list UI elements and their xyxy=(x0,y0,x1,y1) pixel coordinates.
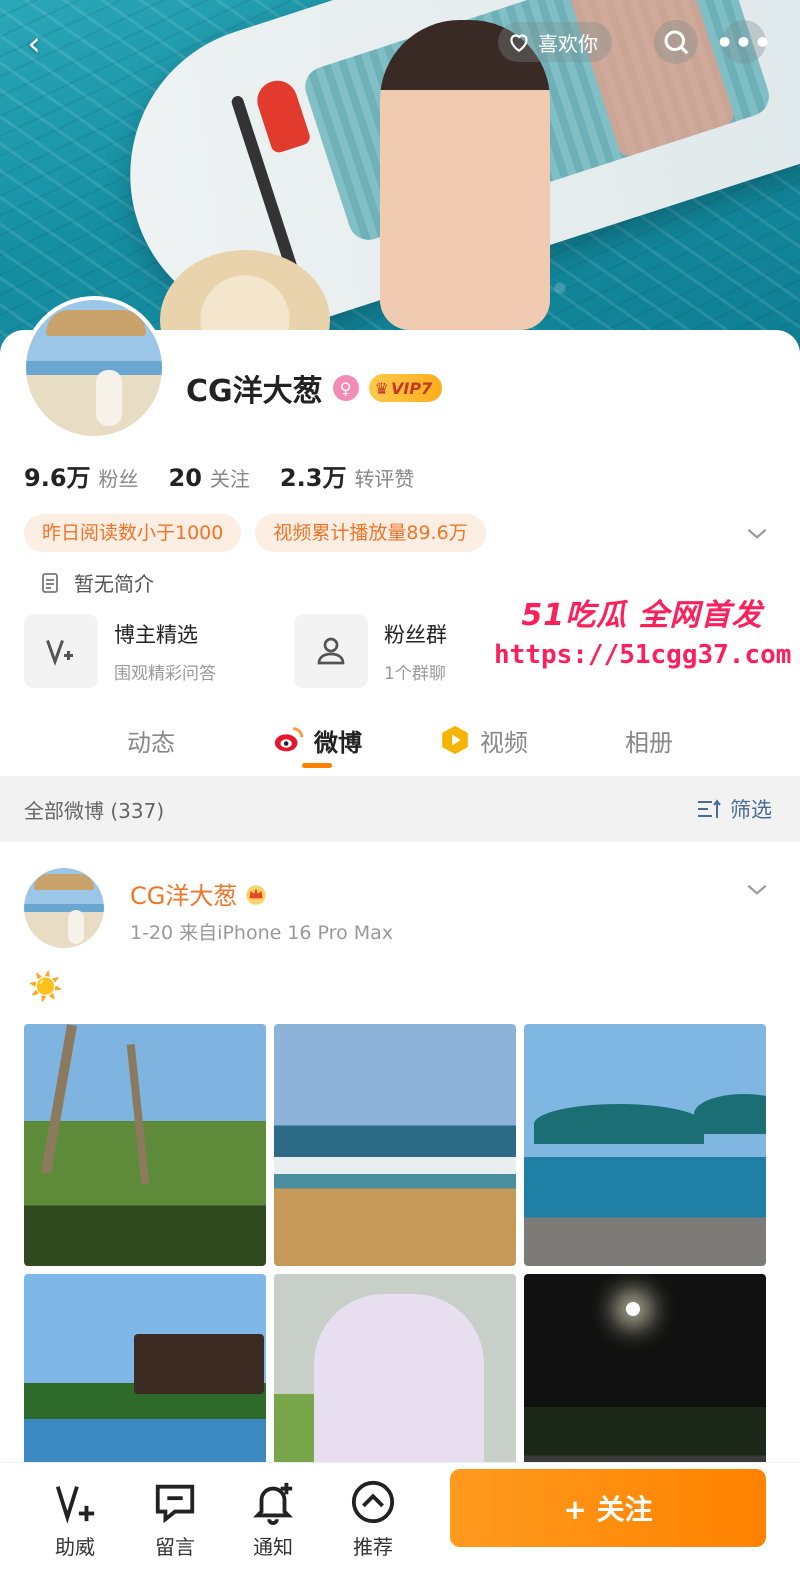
message-icon xyxy=(155,1484,195,1524)
stat-num: 9.6万 xyxy=(24,464,91,492)
feature-title: 粉丝群 xyxy=(384,622,447,647)
feature-subtitle: 围观精彩问答 xyxy=(114,663,216,684)
more-icon: ••• xyxy=(715,25,773,59)
post-card: CG洋大葱 1-20 来自iPhone 16 Pro Max ☀️ xyxy=(0,842,800,1516)
message-button[interactable]: 留言 xyxy=(140,1479,210,1560)
crown-icon xyxy=(246,884,267,905)
search-button[interactable] xyxy=(654,20,698,64)
stat-following[interactable]: 20 关注 xyxy=(169,463,250,492)
photo-thumbnail[interactable] xyxy=(274,1024,516,1266)
stat-engagement[interactable]: 2.3万 转评赞 xyxy=(280,458,415,493)
tab-weibo[interactable]: 微博 xyxy=(234,712,400,768)
post-avatar[interactable] xyxy=(24,868,104,948)
tag-row: 昨日阅读数小于1000 视频累计播放量89.6万 xyxy=(24,514,486,552)
bell-plus-icon xyxy=(253,1482,293,1525)
stat-label: 粉丝 xyxy=(98,467,139,491)
name-row: CG洋大葱 ♀ ♛ VIP7 xyxy=(186,366,443,410)
chevron-down-icon[interactable] xyxy=(744,520,770,546)
weibo-icon xyxy=(274,727,304,752)
bio-text: 暂无简介 xyxy=(74,572,154,596)
document-icon xyxy=(42,572,58,593)
feed-filter-bar: 全部微博 (337) 筛选 xyxy=(0,776,800,842)
tab-activity[interactable]: 动态 xyxy=(68,712,234,768)
tag-video-plays[interactable]: 视频累计播放量89.6万 xyxy=(255,514,486,552)
recommend-label: 推荐 xyxy=(353,1535,393,1559)
feed-count: 全部微博 (337) xyxy=(24,798,165,823)
post-author-row: CG洋大葱 xyxy=(130,876,269,911)
feature-title: 博主精选 xyxy=(114,622,198,647)
more-button[interactable]: ••• xyxy=(716,20,771,64)
tab-video[interactable]: 视频 xyxy=(400,712,566,768)
watermark-brand: 51吃瓜 全网首发 xyxy=(521,598,763,633)
stat-num: 20 xyxy=(168,464,202,492)
crown-icon: ♛ xyxy=(374,378,389,398)
tab-label: 动态 xyxy=(127,728,175,757)
bottom-action-bar: 助威 留言 通知 推荐 + 关注 xyxy=(0,1462,800,1584)
chevron-down-icon[interactable] xyxy=(744,876,770,902)
photo-thumbnail[interactable] xyxy=(24,1024,266,1266)
filter-icon xyxy=(698,799,721,818)
follow-label: + 关注 xyxy=(563,1493,653,1526)
filter-button[interactable]: 筛选 xyxy=(696,794,772,824)
tab-label: 视频 xyxy=(480,728,528,757)
feature-subtitle: 1个群聊 xyxy=(384,663,446,684)
tab-label: 相册 xyxy=(625,728,673,757)
v-plus-icon xyxy=(55,1486,95,1524)
stat-fans[interactable]: 9.6万 粉丝 xyxy=(24,458,139,493)
profile-tabs: 动态 微博 视频 相册 xyxy=(0,712,800,772)
tab-album[interactable]: 相册 xyxy=(566,712,732,768)
cheer-button[interactable]: 助威 xyxy=(40,1479,110,1560)
filter-label: 筛选 xyxy=(730,798,772,822)
avatar[interactable] xyxy=(22,296,166,440)
group-icon xyxy=(294,614,368,688)
stat-label: 转评赞 xyxy=(354,467,415,491)
notify-button[interactable]: 通知 xyxy=(238,1479,308,1560)
feature-fan-group[interactable]: 粉丝群 1个群聊 xyxy=(294,614,447,688)
like-button[interactable]: 喜欢你 xyxy=(498,22,612,62)
cheer-label: 助威 xyxy=(55,1535,95,1559)
photo-thumbnail[interactable] xyxy=(524,1024,766,1266)
vip-badge[interactable]: ♛ VIP7 xyxy=(368,374,443,402)
stat-num: 2.3万 xyxy=(279,464,347,492)
post-author[interactable]: CG洋大葱 xyxy=(130,876,237,911)
bio-row[interactable]: 暂无简介 xyxy=(38,568,154,597)
stat-label: 关注 xyxy=(209,467,250,491)
watermark-url: https://51cgg37.com xyxy=(494,640,792,670)
photo-grid xyxy=(24,1024,766,1516)
top-bar: ‹ 喜欢你 ••• xyxy=(0,0,800,90)
heart-hand-icon xyxy=(510,34,528,52)
recommend-button[interactable]: 推荐 xyxy=(338,1479,408,1560)
post-meta: 1-20 来自iPhone 16 Pro Max xyxy=(130,922,394,944)
tag-reads[interactable]: 昨日阅读数小于1000 xyxy=(24,514,242,552)
vip-label: VIP7 xyxy=(390,378,433,398)
follow-button[interactable]: + 关注 xyxy=(450,1469,766,1547)
feature-blogger-picks[interactable]: 博主精选 围观精彩问答 xyxy=(24,614,216,688)
tab-underline xyxy=(302,763,332,768)
notify-label: 通知 xyxy=(253,1535,293,1559)
tab-label: 微博 xyxy=(314,728,362,757)
profile-name: CG洋大葱 xyxy=(186,374,323,409)
female-verified-icon: ♀ xyxy=(332,375,359,401)
chevron-up-circle-icon xyxy=(351,1480,395,1524)
v-plus-icon xyxy=(24,614,98,688)
watermark: 51吃瓜 全网首发 https://51cgg37.com xyxy=(494,590,792,680)
message-label: 留言 xyxy=(155,1535,195,1559)
stats-row: 9.6万 粉丝 20 关注 2.3万 转评赞 xyxy=(24,458,414,493)
back-icon[interactable]: ‹ xyxy=(16,26,52,62)
video-icon xyxy=(442,725,468,755)
post-text: ☀️ xyxy=(28,970,63,1003)
search-icon xyxy=(664,30,689,55)
like-label: 喜欢你 xyxy=(538,31,598,56)
